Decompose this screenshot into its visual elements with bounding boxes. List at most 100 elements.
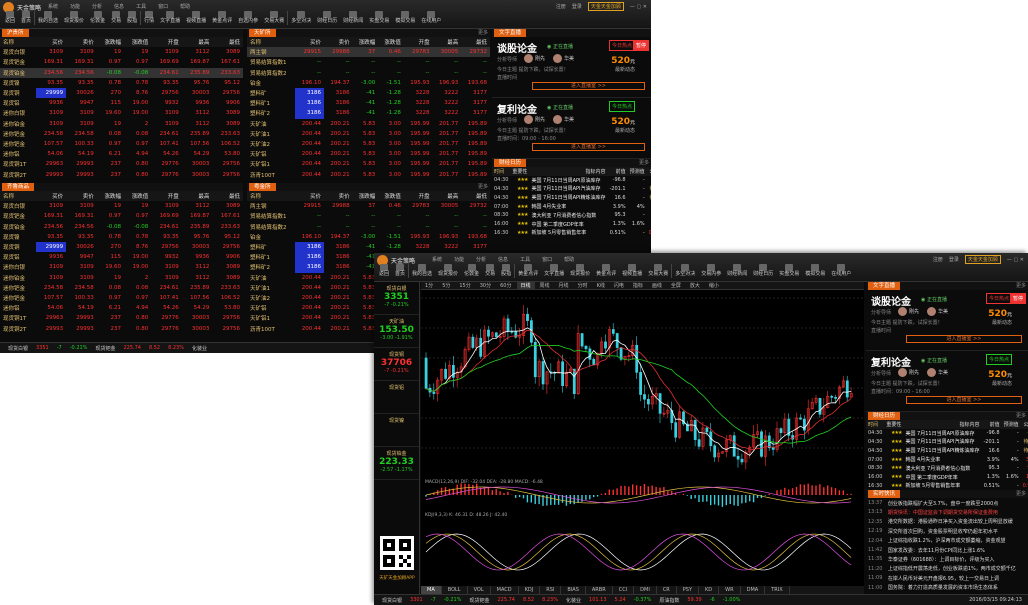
- period-tab[interactable]: 周线: [536, 282, 554, 289]
- toolbar-button-3[interactable]: 现货报价: [61, 11, 87, 25]
- table-row[interactable]: 现货铜1T 29963 29993 237 0.80 29776 30003 29756: [0, 159, 243, 169]
- table-row[interactable]: 迷你铝 54.06 54.19 6.21 4.94 54.26 54.29 53.80: [0, 149, 243, 159]
- hot-badge[interactable]: 今日热点: [608, 40, 635, 51]
- indicator-tab[interactable]: BOLL: [442, 586, 468, 594]
- indicator-tab[interactable]: BIAS: [561, 586, 586, 594]
- menu-item-2[interactable]: 分析: [476, 256, 486, 263]
- more-link[interactable]: 更多: [478, 29, 488, 37]
- toolbar-button-9[interactable]: 现货报价: [567, 264, 593, 278]
- table-row[interactable]: 两主钢 29915 29988 37 0.46 29783 30005 29732: [247, 47, 490, 58]
- tab-live[interactable]: 文字直播: [868, 282, 901, 290]
- indicator-tab[interactable]: KDJ: [519, 586, 541, 594]
- indicator-tab[interactable]: DMI: [634, 586, 657, 594]
- toolbar-button-11[interactable]: 视频直播: [619, 264, 645, 278]
- period-tab[interactable]: 15分: [455, 282, 474, 289]
- indicator-tab[interactable]: RSI: [540, 586, 562, 594]
- indicator-tab[interactable]: CR: [657, 586, 677, 594]
- menu-item-1[interactable]: 功能: [454, 256, 464, 263]
- table-row[interactable]: 现货铝 9936 9947 115 19.00 9932 9936 9906: [0, 98, 243, 108]
- toolbar-button-10[interactable]: 黄金点评: [593, 264, 619, 278]
- side-quote[interactable]: 天矿油 153.50 -3.00 -1.91%: [374, 315, 419, 348]
- toolbar-button-4[interactable]: 伦敦金: [461, 264, 482, 278]
- host[interactable]: 刚先: [898, 307, 919, 316]
- indicator-tab[interactable]: WR: [719, 586, 741, 594]
- table-row[interactable]: 现货铝 9936 9947 115 19.00 9932 9936 9906: [0, 252, 243, 262]
- indicator-tab[interactable]: VOL: [468, 586, 491, 594]
- table-row[interactable]: 迷你白银 3109 3109 19.60 19.00 3109 3112 3089: [0, 262, 243, 272]
- host[interactable]: 华美: [927, 368, 948, 377]
- host[interactable]: 华美: [553, 54, 574, 63]
- calendar-row[interactable]: 07:00 ★★★韩国 4月失业率 3.9% 4% 3.9%: [866, 455, 1028, 464]
- login-link[interactable]: 登录: [949, 256, 959, 263]
- period-tab[interactable]: 指标: [629, 282, 647, 289]
- table-row[interactable]: 两主钢 29915 29988 37 0.46 29783 30005 29732: [247, 201, 490, 211]
- toolbar-button-5[interactable]: 交易: [482, 264, 498, 278]
- account-badge[interactable]: 天金天金加顾: [587, 2, 624, 11]
- menu-item-2[interactable]: 分析: [92, 3, 102, 10]
- calendar-row[interactable]: 04:30 ★★★美国 7月11日当周API精炼油库存 16.6 -待公布: [492, 193, 651, 202]
- kline-chart[interactable]: 1分 5分 15分 30分 60分 日线 周线 月线 分时 K线 闪电 指标 画线 全屏 放大 缩小 MACD…: [421, 282, 864, 594]
- period-tab[interactable]: 闪电: [610, 282, 628, 289]
- menu-item-4[interactable]: 工具: [520, 256, 530, 263]
- toolbar-button-1[interactable]: 首页: [18, 11, 34, 25]
- enter-room-button[interactable]: 进入直播室 >>: [532, 82, 645, 90]
- indicator-tab[interactable]: CCI: [613, 586, 635, 594]
- table-row[interactable]: 天矿铝 200.44 200.21 5.83 3.00 195.99 201.77 195.8…: [247, 149, 490, 159]
- tab-qilu[interactable]: 齐鲁商品: [2, 183, 35, 191]
- period-tab[interactable]: 全屏: [667, 282, 685, 289]
- window-controls-icon[interactable]: — ▢ ✕: [630, 4, 647, 10]
- table-row[interactable]: 现货钯金 169.31 169.31 0.97 0.97 169.69 169.87 167.…: [0, 57, 243, 67]
- pause-badge[interactable]: 暂停: [1009, 293, 1026, 304]
- table-row[interactable]: 贸易结算指数1 -- -- -- -- -- -- --: [247, 211, 490, 221]
- menu-item-3[interactable]: 信息: [498, 256, 508, 263]
- menu-item-5[interactable]: 窗口: [542, 256, 552, 263]
- period-tab[interactable]: 1分: [421, 282, 437, 289]
- table-row[interactable]: 迷你钯金 107.57 100.33 0.97 0.97 107.41 107.56 106.…: [0, 139, 243, 149]
- calendar-row[interactable]: 16:30 ★★★新加坡 5月零售销售年率 0.51% -0.95%: [492, 229, 651, 238]
- toolbar-button-8[interactable]: 文字直播: [541, 264, 567, 278]
- table-row[interactable]: 天矿铝1 200.44 200.21 5.83 3.00 195.99 201.77 195.…: [247, 159, 490, 169]
- toolbar-button-11[interactable]: 自选内参: [235, 11, 261, 25]
- period-tab[interactable]: 60分: [496, 282, 515, 289]
- table-row[interactable]: 现货铜 29999 30026 270 8.76 29756 30003 29756: [0, 241, 243, 253]
- chart-canvas[interactable]: [421, 290, 864, 585]
- toolbar-button-9[interactable]: 视频直播: [183, 11, 209, 25]
- table-row[interactable]: 现货铂金 234.56 234.56 -0.08 -0.08 234.61 235.89 23…: [0, 67, 243, 78]
- side-quote[interactable]: 现货镍: [374, 414, 419, 447]
- toolbar-button-2[interactable]: 我的自选: [34, 11, 61, 25]
- toolbar-button-15[interactable]: 财经新闻: [340, 11, 366, 25]
- side-quote[interactable]: 现货铝: [374, 381, 419, 414]
- table-row[interactable]: 贸易结算指数2 -- -- -- -- -- -- --: [247, 222, 490, 232]
- toolbar-button-5[interactable]: 交易: [108, 11, 124, 25]
- calendar-row[interactable]: 04:30 ★★★美国 7月11日当周API汽油库存 -201.1 -待公布: [866, 438, 1028, 447]
- toolbar-button-17[interactable]: 实盘交易: [776, 264, 802, 278]
- host[interactable]: 刚先: [524, 54, 545, 63]
- toolbar-button-16[interactable]: 实盘交易: [366, 11, 392, 25]
- more-link[interactable]: 更多: [1016, 490, 1026, 498]
- toolbar-button-7[interactable]: 黄金点评: [514, 264, 541, 278]
- tab-live[interactable]: 文字直播: [494, 29, 527, 37]
- toolbar-button-16[interactable]: 财经日历: [750, 264, 776, 278]
- toolbar-button-3[interactable]: 现货报价: [435, 264, 461, 278]
- table-row[interactable]: 现货铜2T 29993 29993 237 0.80 29776 30003 29756: [0, 169, 243, 179]
- table-row[interactable]: 天矿油2 200.44 200.21 5.83 3.00 195.99 201.77 195.…: [247, 139, 490, 149]
- toolbar-button-2[interactable]: 我的自选: [408, 264, 435, 278]
- more-link[interactable]: 更多: [1016, 282, 1026, 290]
- news-item[interactable]: 12:04 上证综指收跌1.2%，沪深两市成交额萎缩，资金观望: [866, 536, 1028, 545]
- toolbar-button-18[interactable]: 在线用户: [418, 11, 444, 25]
- hot-badge[interactable]: 今日热点: [985, 354, 1012, 365]
- table-row[interactable]: 现货铂金 234.56 234.56 -0.08 -0.08 234.61 235.89 23…: [0, 222, 243, 232]
- table-row[interactable]: 塑料矿 3186 3186 -41 -1.28 3228 3222 3177: [247, 241, 490, 253]
- login-link[interactable]: 登录: [572, 3, 582, 10]
- toolbar-button-13[interactable]: 多空对决: [287, 11, 314, 25]
- indicator-tab[interactable]: ARBR: [586, 586, 613, 594]
- toolbar-button-14[interactable]: 财经日历: [314, 11, 340, 25]
- tab-yuejin[interactable]: 粤金所: [249, 183, 276, 191]
- toolbar-button-6[interactable]: 股指: [124, 11, 140, 25]
- menu-item-3[interactable]: 信息: [114, 3, 124, 10]
- register-link[interactable]: 注册: [933, 256, 943, 263]
- table-row[interactable]: 沥青100T 200.44 200.21 5.83 3.00 195.99 201.77 19…: [247, 169, 490, 179]
- more-link[interactable]: 更多: [1016, 412, 1026, 420]
- table-row[interactable]: 贸易结算指数1 -- -- -- -- -- -- --: [247, 57, 490, 67]
- table-row[interactable]: 铂金 196.10 194.37 -3.00 -1.51 195.93 196.93 193.…: [247, 78, 490, 88]
